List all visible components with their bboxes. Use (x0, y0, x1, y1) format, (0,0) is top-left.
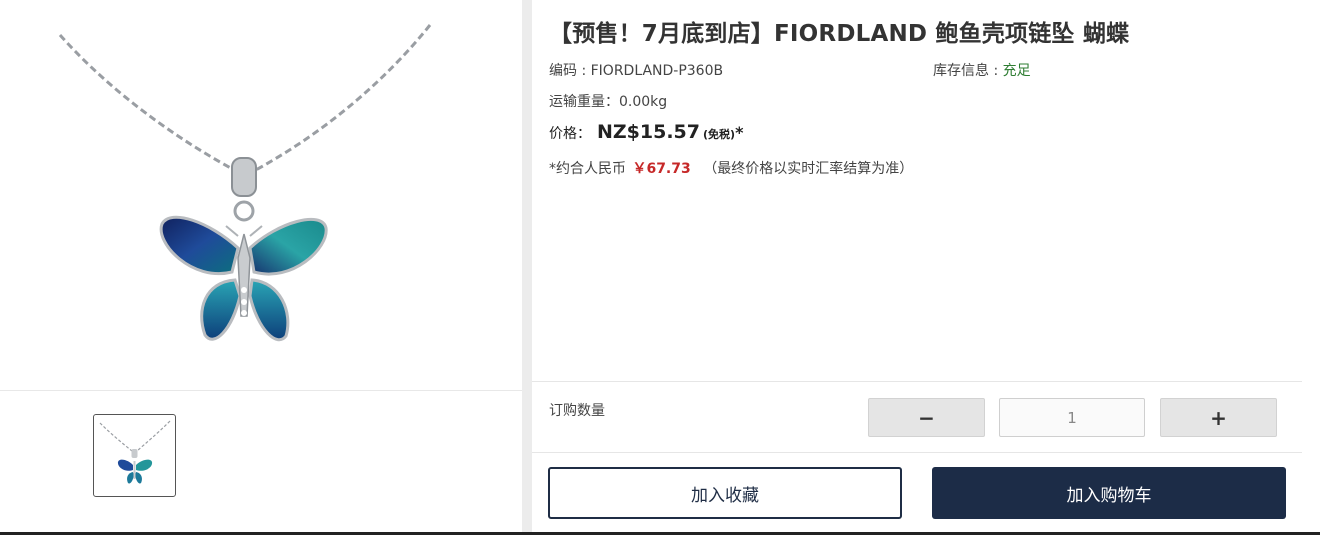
price-value: NZ$15.57 (597, 121, 700, 143)
product-gallery (0, 0, 522, 535)
weight-value: 0.00kg (619, 94, 668, 110)
product-title: 【预售！7月底到店】FIORDLAND 鲍鱼壳项链坠 蝴蝶 (549, 21, 1130, 47)
product-main-image[interactable] (0, 0, 522, 390)
add-to-favorites-button[interactable]: 加入收藏 (548, 467, 902, 519)
stock-info: 库存信息 : 充足 (933, 60, 1031, 80)
price-asterisk: * (735, 123, 744, 142)
rmb-value: ￥67.73 (632, 161, 691, 177)
quantity-decrease-button[interactable]: − (868, 398, 985, 437)
column-divider (522, 0, 532, 535)
plus-icon: + (1210, 405, 1227, 430)
cart-label: 加入购物车 (1066, 485, 1152, 506)
rmb-prefix: *约合人民币 (549, 161, 626, 177)
price-row: 价格： NZ$15.57 (免税)* (549, 121, 743, 143)
product-details: 【预售！7月底到店】FIORDLAND 鲍鱼壳项链坠 蝴蝶 编码 : FIORD… (532, 0, 1320, 535)
product-thumbnail[interactable] (93, 414, 176, 497)
quantity-input[interactable] (999, 398, 1145, 437)
sku-info: 编码 : FIORDLAND-P360B (549, 60, 723, 80)
quantity-increase-button[interactable]: + (1160, 398, 1277, 437)
sku-value: FIORDLAND-P360B (590, 63, 724, 79)
quantity-label: 订购数量 (549, 403, 605, 419)
quantity-top-divider (532, 381, 1302, 382)
stock-status: 充足 (1002, 63, 1031, 79)
gallery-divider (0, 390, 522, 391)
actions-top-divider (532, 452, 1302, 453)
weight-label: 运输重量： (549, 94, 619, 110)
sku-label: 编码 : (549, 63, 591, 79)
tax-free-badge: (免税) (703, 128, 736, 141)
add-to-cart-button[interactable]: 加入购物车 (932, 467, 1286, 519)
price-label: 价格： (549, 126, 591, 142)
stock-label: 库存信息 : (933, 63, 1003, 79)
rmb-conversion: *约合人民币 ￥67.73 （最终价格以实时汇率结算为准） (549, 158, 913, 178)
rmb-note: （最终价格以实时汇率结算为准） (703, 161, 914, 177)
favorites-label: 加入收藏 (691, 485, 759, 506)
weight-info: 运输重量：0.00kg (549, 91, 667, 111)
minus-icon: − (918, 405, 935, 430)
